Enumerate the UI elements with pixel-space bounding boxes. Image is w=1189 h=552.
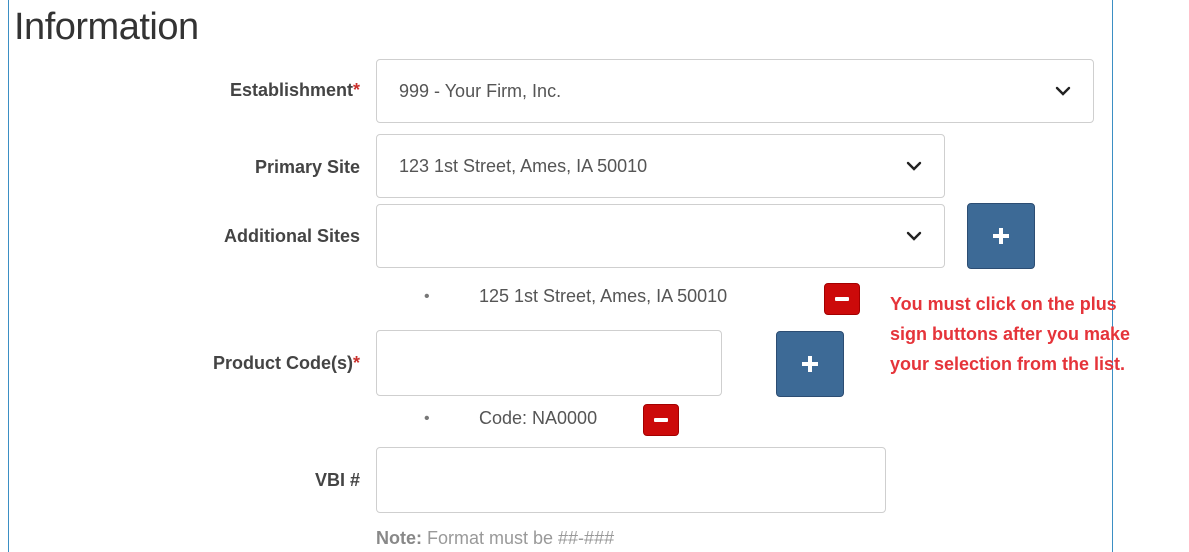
chevron-down-icon bbox=[906, 231, 922, 241]
establishment-label-text: Establishment bbox=[229, 80, 353, 100]
minus-icon bbox=[835, 297, 849, 301]
vbi-label: VBI # bbox=[314, 470, 360, 490]
list-bullet: • bbox=[424, 288, 430, 305]
remove-site-button[interactable] bbox=[824, 283, 860, 315]
instruction-annotation: You must click on the plus sign buttons … bbox=[890, 289, 1189, 379]
section-title: Information bbox=[14, 6, 199, 48]
vbi-input[interactable] bbox=[376, 447, 886, 513]
plus-icon bbox=[802, 356, 818, 372]
additional-site-item: 125 1st Street, Ames, IA 50010 bbox=[479, 286, 728, 306]
plus-icon bbox=[993, 228, 1009, 244]
product-codes-label-text: Product Code(s) bbox=[212, 353, 353, 373]
additional-sites-label: Additional Sites bbox=[223, 226, 360, 246]
remove-product-code-button[interactable] bbox=[643, 404, 679, 436]
chevron-down-icon bbox=[1055, 86, 1071, 96]
primary-site-label: Primary Site bbox=[254, 157, 360, 177]
additional-sites-select[interactable] bbox=[376, 204, 945, 268]
product-code-input[interactable] bbox=[376, 330, 722, 396]
required-marker: * bbox=[352, 80, 360, 100]
establishment-value: 999 - Your Firm, Inc. bbox=[399, 80, 562, 101]
establishment-select[interactable]: 999 - Your Firm, Inc. bbox=[376, 59, 1094, 123]
establishment-label: Establishment* bbox=[150, 80, 360, 101]
frame-border-right bbox=[1112, 0, 1113, 552]
note-label: Note: bbox=[376, 528, 422, 548]
note-text: Format must be ##-### bbox=[422, 528, 615, 548]
product-code-item: Code: NA0000 bbox=[479, 408, 598, 428]
list-bullet: • bbox=[424, 410, 430, 427]
primary-site-select[interactable]: 123 1st Street, Ames, IA 50010 bbox=[376, 134, 945, 198]
add-site-button[interactable] bbox=[967, 203, 1035, 269]
minus-icon bbox=[654, 418, 668, 422]
annotation-line: You must click on the plus bbox=[890, 294, 1117, 314]
chevron-down-icon bbox=[906, 161, 922, 171]
product-codes-label: Product Code(s)* bbox=[150, 353, 360, 374]
annotation-line: sign buttons after you make bbox=[890, 324, 1131, 344]
vbi-format-note: Note: Format must be ##-### bbox=[376, 528, 614, 549]
frame-border-left bbox=[8, 0, 9, 552]
primary-site-value: 123 1st Street, Ames, IA 50010 bbox=[399, 155, 648, 176]
annotation-line: your selection from the list. bbox=[890, 354, 1126, 374]
add-product-code-button[interactable] bbox=[776, 331, 844, 397]
required-marker: * bbox=[352, 353, 360, 373]
